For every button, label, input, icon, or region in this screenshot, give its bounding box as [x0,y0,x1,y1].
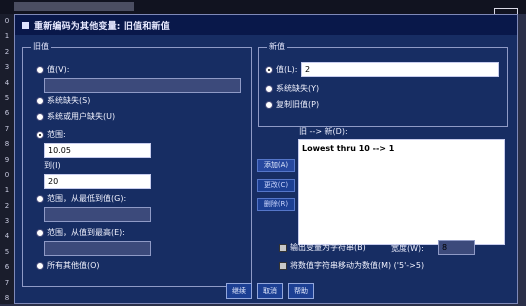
row-number: 0 [4,170,10,179]
background-title-bar [14,2,134,11]
new-value-group-title: 新值 [267,41,287,52]
row-number: 7 [4,278,10,287]
row-number: 8 [4,140,10,149]
background-title-strip [0,0,526,14]
list-item[interactable]: Lowest thru 10 --> 1 [302,144,504,153]
radio-indicator [265,84,273,93]
old-value-radio[interactable]: 值(V): [36,64,69,75]
dialog-title: 重新编码为其他变量: 旧值和新值 [34,21,170,32]
radio-indicator [265,100,273,109]
mapping-title: 旧 --> 新(D): [299,127,348,136]
lowest-through-radio[interactable]: 范围，从最低到值(G): [36,193,126,204]
width-input[interactable]: 8 [438,240,475,255]
new-system-missing-label: 系统缺失(Y) [276,84,320,93]
row-number: 5 [4,93,10,102]
row-number: 6 [4,263,10,272]
mapping-list[interactable]: Lowest thru 10 --> 1 [298,139,505,245]
radio-indicator [36,112,44,121]
new-system-missing-radio[interactable]: 系统缺失(Y) [265,83,319,94]
radio-indicator [36,261,44,270]
radio-indicator [36,130,44,139]
row-number: 1 [4,186,10,195]
radio-indicator [36,65,44,74]
width-label: 宽度(W): [391,244,424,253]
row-number: 2 [4,201,10,210]
row-number: 0 [4,17,10,25]
checkbox-indicator [279,261,287,270]
row-number: 2 [4,47,10,56]
radio-indicator [265,65,273,74]
range-label: 范围: [47,130,66,139]
continue-button[interactable]: 继续 [226,283,252,299]
old-value-input[interactable] [44,78,241,93]
lowest-through-label: 范围，从最低到值(G): [47,194,127,203]
all-other-values-label: 所有其他值(O) [47,261,100,270]
new-value-input[interactable]: 2 [301,62,499,77]
system-missing-label: 系统缺失(S) [47,96,91,105]
add-button[interactable]: 添加(A) [257,159,295,172]
radio-indicator [36,228,44,237]
row-number: 1 [4,32,10,41]
system-or-user-missing-radio[interactable]: 系统或用户缺失(U) [36,111,115,122]
background-row-numbers: 0123456789012345678 [0,14,14,304]
copy-old-value-radio[interactable]: 复制旧值(P) [265,99,319,110]
dialog-titlebar: 重新编码为其他变量: 旧值和新值 [15,15,517,35]
recode-dialog: 重新编码为其他变量: 旧值和新值 旧值 值(V): 系统缺失(S) 系统或用户缺… [14,14,518,304]
highest-through-input[interactable] [44,241,151,256]
help-button[interactable]: 帮助 [288,283,314,299]
radio-indicator [36,194,44,203]
remove-button[interactable]: 删除(R) [257,198,295,211]
row-number: 9 [4,155,10,164]
through-label: 到(I) [44,161,61,170]
row-number: 3 [4,63,10,72]
copy-old-value-label: 复制旧值(P) [276,100,320,109]
convert-numeric-label: 将数值字符串移动为数值(M) ('5'->5) [290,261,425,270]
new-value-radio[interactable]: 值(L): [265,64,297,75]
cancel-button[interactable]: 取消 [257,283,283,299]
system-or-user-missing-label: 系统或用户缺失(U) [47,112,116,121]
output-string-checkbox[interactable]: 输出变量为字符串(B) [279,242,366,253]
convert-numeric-checkbox[interactable]: 将数值字符串移动为数值(M) ('5'->5) [279,260,424,271]
system-missing-radio[interactable]: 系统缺失(S) [36,95,90,106]
row-number: 4 [4,78,10,87]
row-number: 4 [4,232,10,241]
checkbox-indicator [279,243,287,252]
highest-through-radio[interactable]: 范围，从值到最高(E): [36,227,125,238]
new-value-label: 值(L): [276,65,298,74]
row-number: 3 [4,217,10,226]
range-low-input[interactable]: 10.05 [44,143,151,158]
range-high-input[interactable]: 20 [44,174,151,189]
change-button[interactable]: 更改(C) [257,179,295,192]
radio-indicator [36,96,44,105]
old-value-group-title: 旧值 [31,41,51,52]
old-value-label: 值(V): [47,65,70,74]
app-icon [21,20,30,30]
row-number: 5 [4,247,10,256]
lowest-through-input[interactable] [44,207,151,222]
range-radio[interactable]: 范围: [36,129,66,140]
row-number: 7 [4,124,10,133]
row-number: 6 [4,109,10,118]
output-string-label: 输出变量为字符串(B) [290,243,366,252]
all-other-values-radio[interactable]: 所有其他值(O) [36,260,100,271]
highest-through-label: 范围，从值到最高(E): [47,228,125,237]
